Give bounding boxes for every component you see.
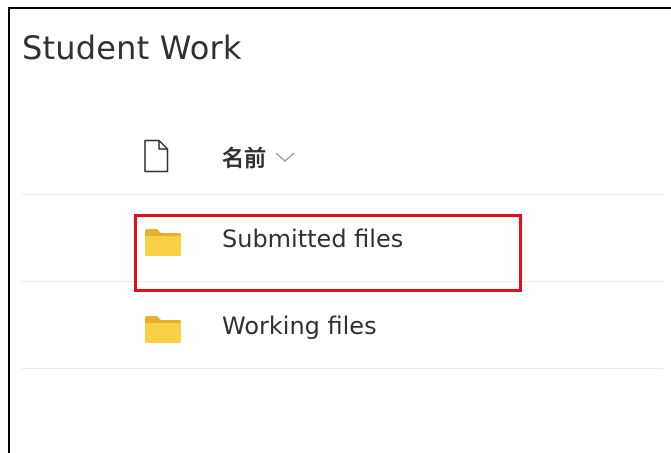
folder-icon: [145, 316, 181, 343]
document-icon[interactable]: [142, 139, 170, 173]
file-row-submitted-files[interactable]: Submitted files: [22, 195, 663, 282]
name-column-label: 名前: [222, 147, 267, 172]
page-title: Student Work: [22, 29, 242, 67]
file-row-working-files[interactable]: Working files: [22, 282, 663, 369]
folder-icon: [145, 229, 181, 256]
file-name[interactable]: Working files: [222, 310, 377, 342]
file-name[interactable]: Submitted files: [222, 223, 403, 255]
name-column-header[interactable]: 名前: [222, 142, 296, 172]
column-header-row: 名前: [22, 122, 663, 195]
chevron-down-icon[interactable]: [274, 150, 296, 164]
